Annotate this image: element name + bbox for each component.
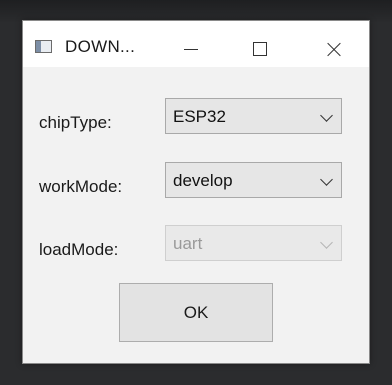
- chevron-down-icon: [320, 173, 333, 186]
- chip-type-value: ESP32: [173, 107, 226, 126]
- ok-button[interactable]: OK: [119, 283, 273, 342]
- desktop-background: [0, 0, 392, 22]
- minimize-icon[interactable]: [173, 29, 213, 63]
- chip-type-label: chipType:: [39, 113, 112, 132]
- chevron-down-icon: [320, 109, 333, 122]
- app-window-icon: [35, 40, 52, 53]
- download-dialog: DOWN... chipType: ESP32 workMode: develo…: [22, 20, 370, 364]
- ok-button-label: OK: [183, 303, 209, 322]
- load-mode-value: uart: [173, 234, 203, 253]
- close-icon[interactable]: [315, 29, 355, 63]
- maximize-icon[interactable]: [245, 29, 285, 63]
- load-mode-select: uart: [165, 225, 342, 261]
- window-title: DOWN...: [65, 37, 136, 56]
- chip-type-select[interactable]: ESP32: [165, 98, 342, 134]
- title-bar[interactable]: DOWN...: [23, 21, 369, 67]
- work-mode-select[interactable]: develop: [165, 162, 342, 198]
- work-mode-label: workMode:: [39, 177, 123, 196]
- load-mode-label: loadMode:: [39, 240, 119, 259]
- work-mode-value: develop: [173, 171, 233, 190]
- chevron-down-icon: [320, 236, 333, 249]
